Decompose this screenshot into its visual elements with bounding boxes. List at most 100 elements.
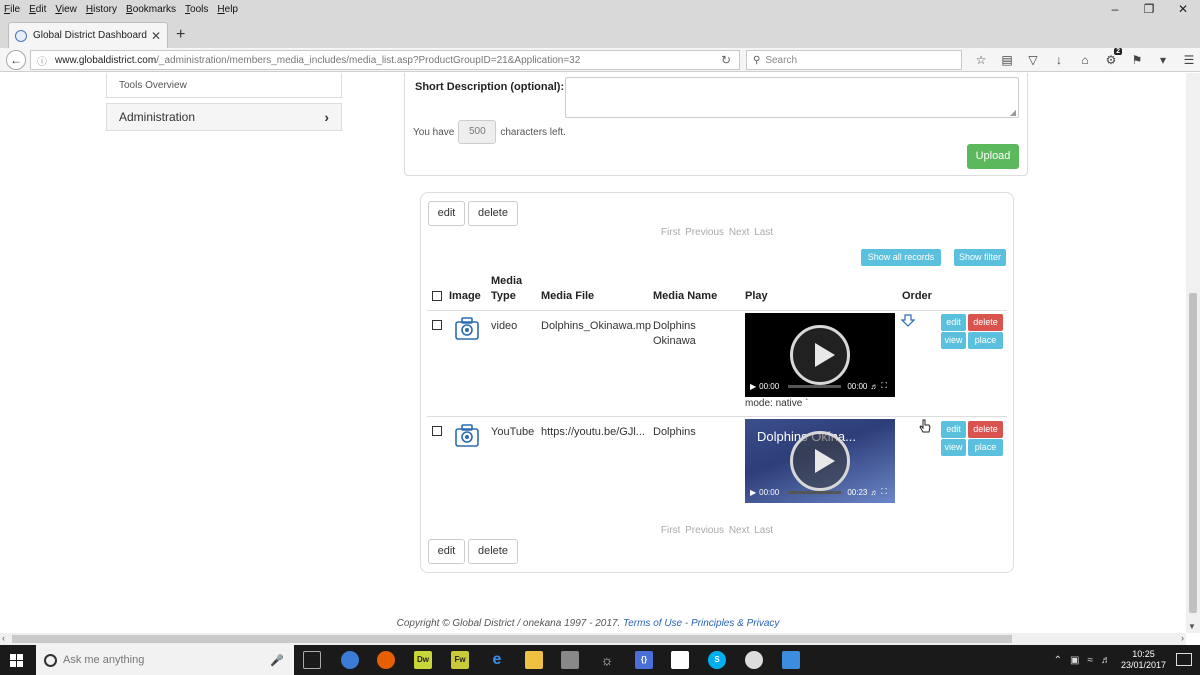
edit-button-top[interactable]: edit (428, 201, 465, 226)
edge-icon[interactable]: e (488, 651, 506, 669)
pager-last[interactable]: Last (754, 525, 773, 536)
menu-view[interactable]: View (55, 4, 77, 15)
sidebar-item-administration[interactable]: Administration › (106, 103, 342, 131)
pager-last[interactable]: Last (754, 227, 773, 238)
menu-bookmarks[interactable]: Bookmarks (126, 4, 176, 15)
file-explorer-icon[interactable] (525, 651, 543, 669)
menu-tools[interactable]: Tools (185, 4, 208, 15)
download-icon[interactable]: ↓ (1046, 53, 1072, 67)
volume-icon[interactable]: ♬ (870, 382, 878, 391)
dreamweaver-icon[interactable]: Dw (414, 651, 432, 669)
pager-previous[interactable]: Previous (685, 227, 724, 238)
pager-first[interactable]: First (661, 525, 680, 536)
addon-icon[interactable]: ⚑ (1124, 53, 1150, 67)
notification-center-icon[interactable] (1176, 653, 1192, 666)
delete-button-bottom[interactable]: delete (468, 539, 518, 564)
menu-edit[interactable]: Edit (29, 4, 46, 15)
window-app-icon[interactable] (782, 651, 800, 669)
small-play-icon[interactable]: ▶ (750, 382, 756, 391)
row-edit-button[interactable]: edit (941, 421, 966, 438)
pager-previous[interactable]: Previous (685, 525, 724, 536)
edit-button-bottom[interactable]: edit (428, 539, 465, 564)
minimize-icon[interactable]: – (1098, 2, 1132, 16)
tools-app-icon[interactable] (561, 651, 579, 669)
resize-grip-icon[interactable]: ◢ (1010, 108, 1016, 117)
fullscreen-icon[interactable]: ⛶ (881, 381, 887, 391)
reading-list-icon[interactable]: ▤ (994, 53, 1020, 67)
row-checkbox[interactable] (432, 320, 442, 330)
scroll-down-icon[interactable]: ▼ (1188, 622, 1196, 631)
scroll-right-icon[interactable]: › (1181, 633, 1184, 643)
vertical-scrollbar[interactable]: ▼ (1186, 73, 1200, 633)
cortana-search-box[interactable]: Ask me anything 🎤 (36, 645, 294, 675)
skype-icon[interactable]: S (708, 651, 726, 669)
menu-file[interactable]: File (4, 4, 20, 15)
horizontal-scrollbar[interactable]: ‹ › (0, 633, 1186, 645)
seek-bar[interactable] (788, 384, 842, 388)
settings-app-icon[interactable]: ☼ (598, 651, 616, 669)
short-description-textarea[interactable]: ◢ (565, 77, 1019, 118)
privacy-link[interactable]: Principles & Privacy (691, 618, 779, 629)
row-checkbox[interactable] (432, 426, 442, 436)
code-editor-icon[interactable]: {} (635, 651, 653, 669)
close-window-icon[interactable]: ✕ (1166, 2, 1200, 16)
menu-history[interactable]: History (86, 4, 117, 15)
upload-button[interactable]: Upload (967, 144, 1019, 169)
firefox-icon[interactable] (377, 651, 395, 669)
info-icon[interactable]: ⓘ (37, 53, 47, 68)
back-arrow-icon[interactable]: ← (6, 50, 26, 70)
network-icon[interactable]: ▣ (1070, 655, 1079, 666)
new-tab-icon[interactable]: + (176, 26, 185, 44)
address-bar[interactable]: ⓘ www.globaldistrict.com /_administratio… (30, 50, 740, 70)
small-play-icon[interactable]: ▶ (750, 488, 756, 497)
windows-start-icon[interactable] (10, 654, 24, 667)
select-all-checkbox[interactable] (432, 291, 442, 301)
volume-icon[interactable]: ♬ (870, 488, 878, 497)
video-player[interactable]: ▶ 00:00 00:00 ♬ ⛶ (745, 313, 895, 397)
youtube-player[interactable]: Dolphins Okina... ▶ 00:00 00:23 ♬ ⛶ (745, 419, 895, 503)
row-place-button[interactable]: place (968, 439, 1003, 456)
menu-help[interactable]: Help (217, 4, 238, 15)
pager-next[interactable]: Next (729, 525, 750, 536)
globe-app-icon[interactable] (745, 651, 763, 669)
wifi-icon[interactable]: ≈ (1087, 655, 1093, 666)
browser-tab[interactable]: Global District Dashboard ✕ (8, 22, 168, 48)
browser-app-icon[interactable] (341, 651, 359, 669)
reload-icon[interactable]: ↻ (721, 53, 731, 67)
terms-of-use-link[interactable]: Terms of Use (623, 618, 682, 629)
hand-cursor-icon[interactable] (918, 419, 932, 433)
overflow-chevron-icon[interactable]: ▾ (1150, 53, 1176, 67)
microphone-icon[interactable]: 🎤 (270, 654, 284, 667)
search-input[interactable]: ⚲ Search (746, 50, 962, 70)
extension-icon[interactable]: ⚙ 2 (1098, 48, 1124, 67)
pocket-icon[interactable]: ▽ (1020, 53, 1046, 67)
restore-icon[interactable]: ❐ (1132, 2, 1166, 16)
star-icon[interactable]: ☆ (968, 53, 994, 67)
store-icon[interactable] (671, 651, 689, 669)
pager-first[interactable]: First (661, 227, 680, 238)
order-pointer-icon[interactable] (901, 313, 915, 327)
pager-next[interactable]: Next (729, 227, 750, 238)
fireworks-icon[interactable]: Fw (451, 651, 469, 669)
row-delete-button[interactable]: delete (968, 314, 1003, 331)
task-view-icon[interactable] (303, 651, 321, 669)
row-view-button[interactable]: view (941, 439, 966, 456)
clock[interactable]: 10:25 23/01/2017 (1121, 649, 1166, 671)
show-filter-button[interactable]: Show filter (954, 249, 1006, 266)
sidebar-item-tools-overview[interactable]: Tools Overview (106, 73, 342, 98)
delete-button-top[interactable]: delete (468, 201, 518, 226)
fullscreen-icon[interactable]: ⛶ (881, 487, 887, 497)
tray-chevron-icon[interactable]: ⌃ (1054, 655, 1062, 666)
seek-bar[interactable] (788, 490, 842, 494)
home-icon[interactable]: ⌂ (1072, 53, 1098, 67)
scroll-left-icon[interactable]: ‹ (2, 633, 5, 643)
show-all-records-button[interactable]: Show all records (861, 249, 941, 266)
row-edit-button[interactable]: edit (941, 314, 966, 331)
row-delete-button[interactable]: delete (968, 421, 1003, 438)
hamburger-menu-icon[interactable]: ☰ (1176, 53, 1200, 67)
row-view-button[interactable]: view (941, 332, 966, 349)
row-place-button[interactable]: place (968, 332, 1003, 349)
vertical-scroll-thumb[interactable] (1189, 293, 1197, 613)
horizontal-scroll-thumb[interactable] (12, 635, 1012, 643)
close-tab-icon[interactable]: ✕ (151, 29, 161, 43)
